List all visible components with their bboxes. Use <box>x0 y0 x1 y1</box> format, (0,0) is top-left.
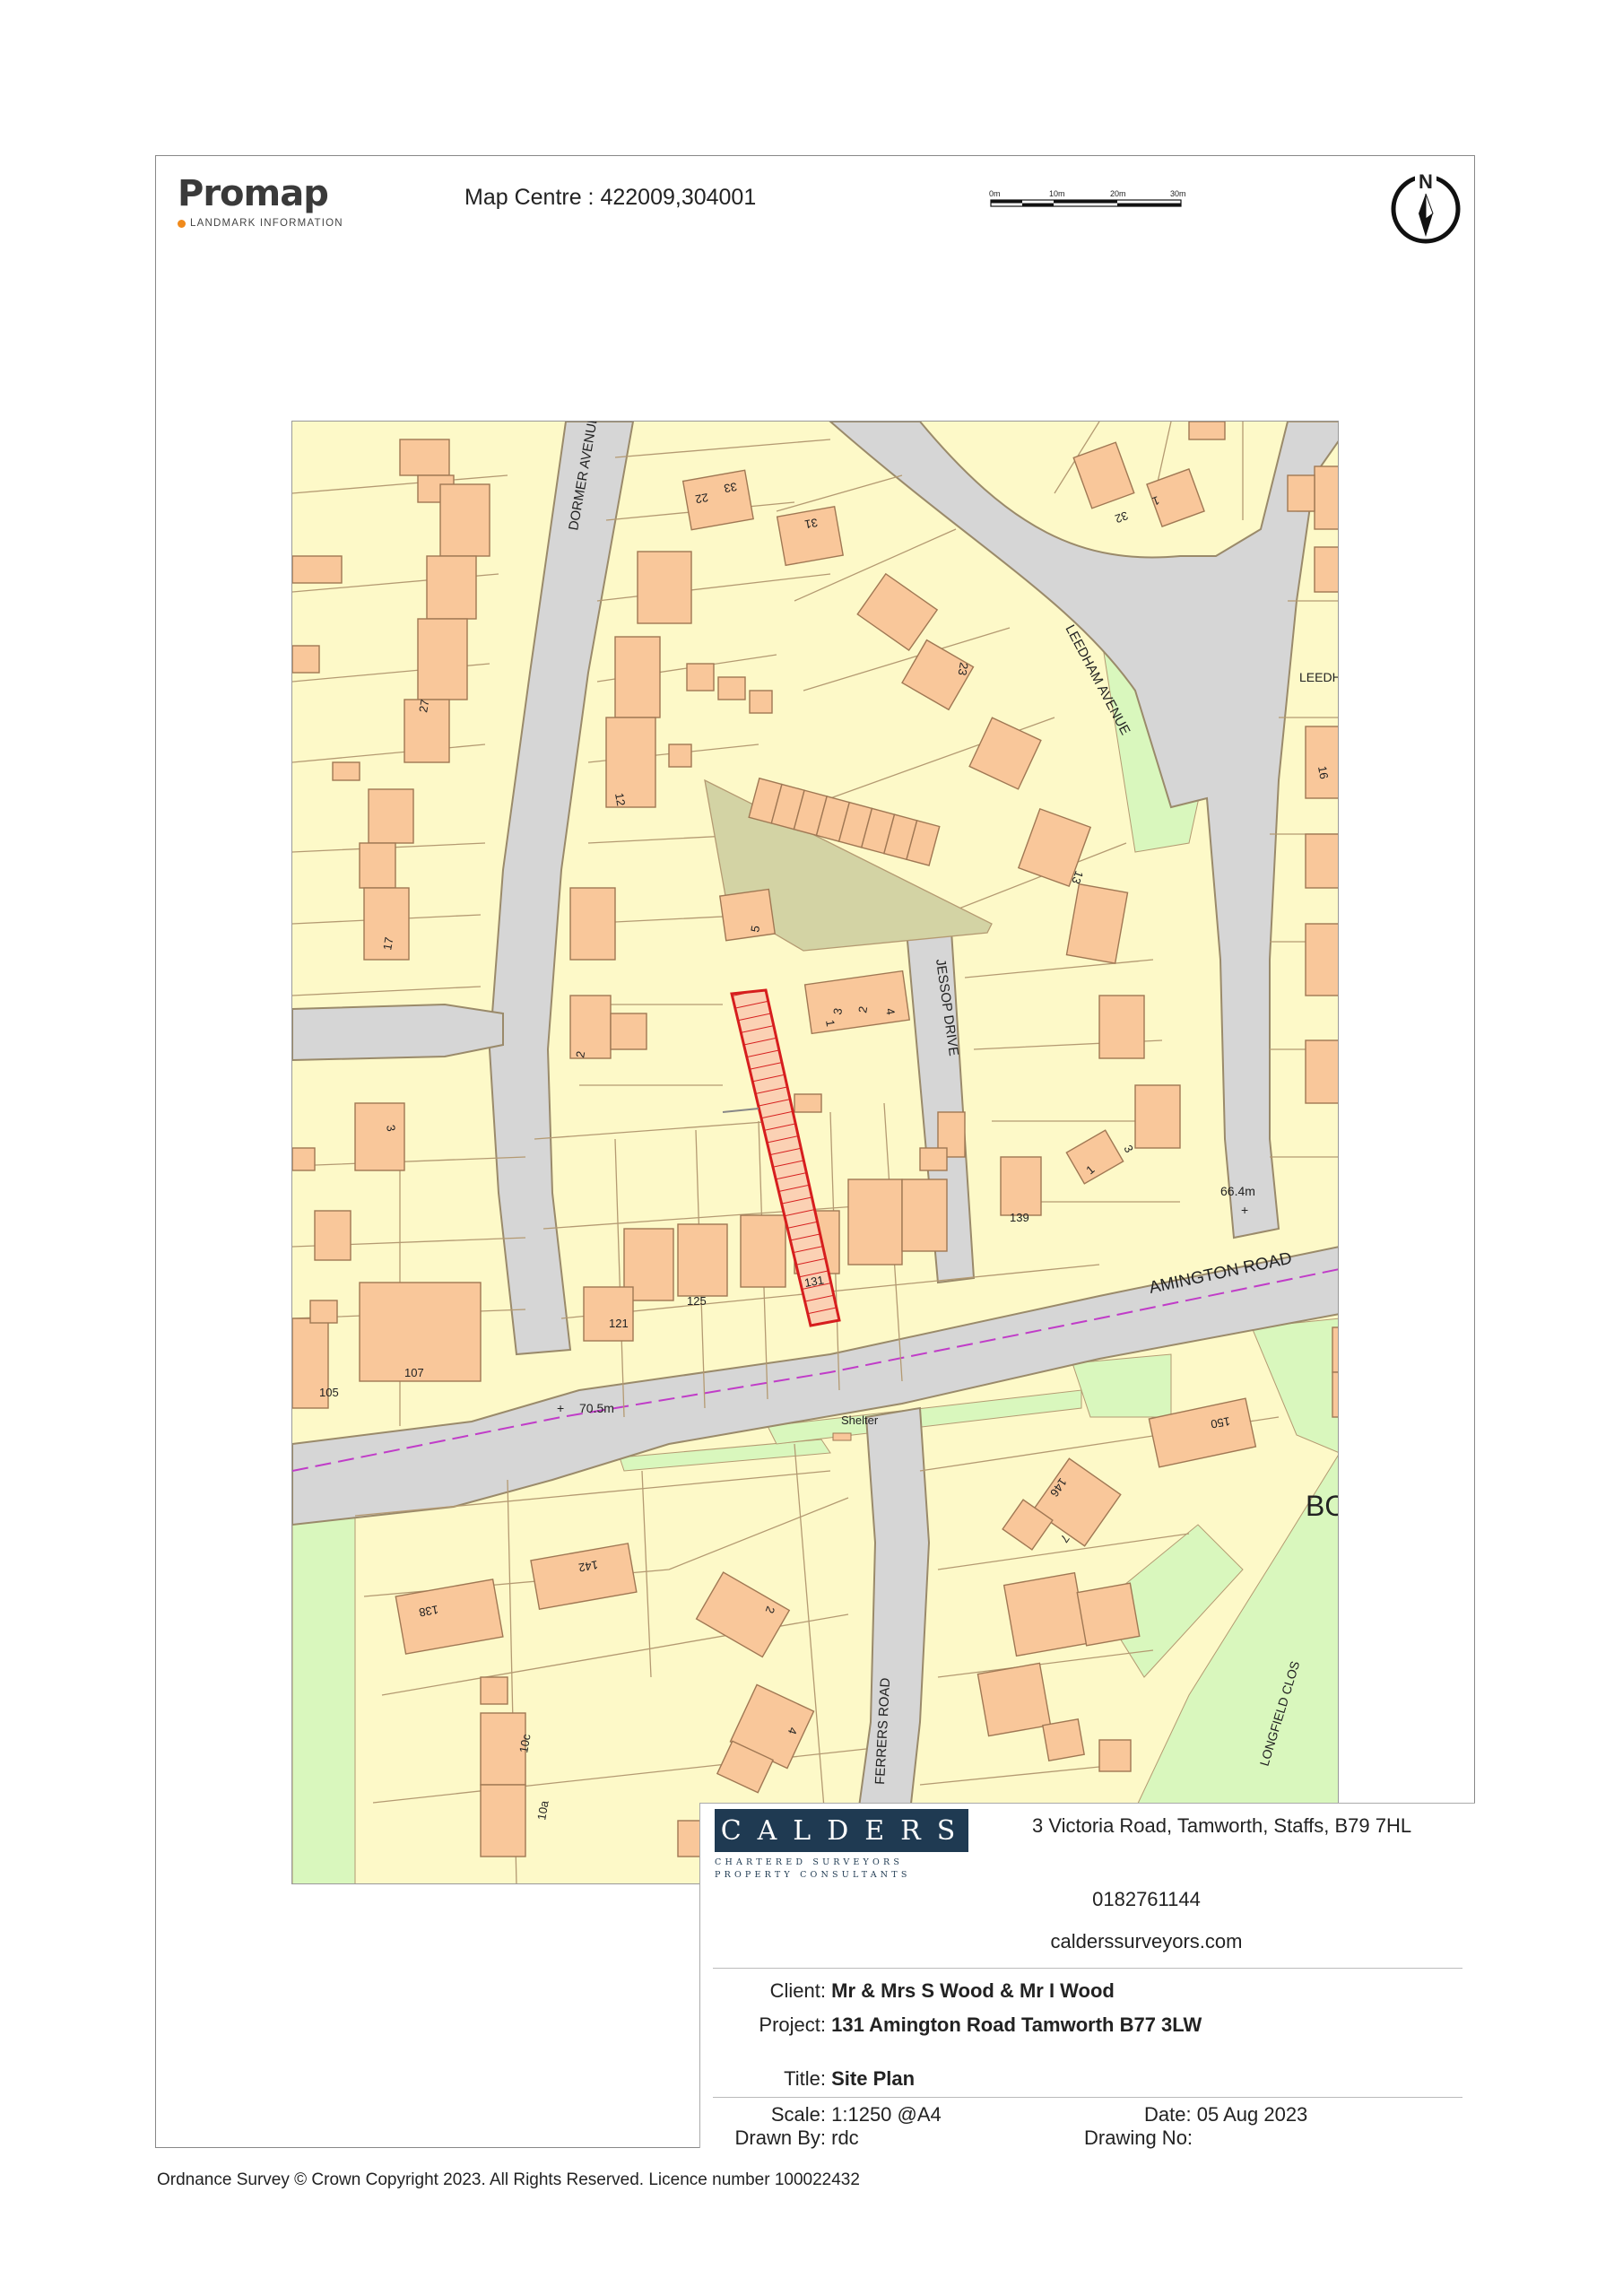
project-label: Project: <box>759 2013 826 2036</box>
feature-shelter: Shelter <box>841 1413 879 1427</box>
spot-height-66-4: 66.4m <box>1220 1184 1255 1198</box>
calders-tagline-1: CHARTERED SURVEYORS <box>715 1857 904 1867</box>
calders-logo: CALDERS CHARTERED SURVEYORS PROPERTY CON… <box>715 1809 968 1880</box>
spot-height-70-5: 70.5m <box>579 1401 614 1415</box>
logo-sub-text: LANDMARK INFORMATION <box>190 218 343 229</box>
drawn-row: Drawn By: rdc <box>700 2126 859 2150</box>
calders-wordmark: CALDERS <box>715 1809 968 1852</box>
scale-tick-10: 10m <box>1049 189 1065 198</box>
house-number-121: 121 <box>609 1317 629 1330</box>
drawing-no-row: Drawing No: <box>1084 2126 1193 2150</box>
feature-bo: BO <box>1306 1490 1339 1522</box>
logo-subtitle: LANDMARK INFORMATION <box>178 218 343 229</box>
house-number-17: 17 <box>380 936 395 952</box>
scale-row: Scale: 1:1250 @A4 <box>700 2103 942 2126</box>
project-row: Project: 131 Amington Road Tamworth B77 … <box>700 2013 1202 2037</box>
house-number-31: 31 <box>803 516 819 531</box>
title-label: Title: <box>784 2067 826 2090</box>
map-centre: Map Centre : 422009,304001 <box>464 185 757 210</box>
date-label: Date: <box>1144 2103 1192 2126</box>
scale-tick-20: 20m <box>1110 189 1126 198</box>
house-number-22: 22 <box>694 491 709 506</box>
logo-word: Promap <box>178 173 329 214</box>
drawing-no-label: Drawing No: <box>1084 2126 1193 2149</box>
north-arrow-icon: N <box>1391 170 1461 244</box>
shelter-building <box>832 1432 852 1441</box>
company-phone: 0182761144 <box>1092 1888 1201 1910</box>
company-address: 3 Victoria Road, Tamworth, Staffs, B79 7… <box>1032 1814 1412 1837</box>
scale-tick-30: 30m <box>1170 189 1186 198</box>
house-number-16: 16 <box>1315 765 1331 780</box>
title-value: Site Plan <box>831 2067 916 2090</box>
divider-bottom <box>713 2097 1462 2098</box>
title-block: CALDERS CHARTERED SURVEYORS PROPERTY CON… <box>699 1803 1476 2150</box>
calders-tagline-2: PROPERTY CONSULTANTS <box>715 1870 911 1880</box>
scale-value: 1:1250 @A4 <box>831 2103 942 2126</box>
drawn-label: Drawn By: <box>734 2126 826 2149</box>
spot-height-cross-2: + <box>557 1401 564 1415</box>
orange-dot-icon <box>178 219 186 228</box>
house-number-33: 33 <box>723 480 738 495</box>
spot-height-cross-1: + <box>1241 1203 1248 1217</box>
house-number-125: 125 <box>687 1294 707 1308</box>
date-row: Date: 05 Aug 2023 <box>1144 2103 1307 2126</box>
house-number-27: 27 <box>416 699 431 714</box>
project-value: 131 Amington Road Tamworth B77 3LW <box>831 2013 1202 2036</box>
scale-tick-0: 0m <box>989 189 1001 198</box>
promap-logo: Promap LANDMARK INFORMATION <box>178 176 343 229</box>
house-number-105: 105 <box>319 1386 339 1399</box>
house-number-107: 107 <box>404 1366 424 1379</box>
client-row: Client: Mr & Mrs S Wood & Mr I Wood <box>700 1979 1115 2003</box>
scale-bar: 0m 10m 20m 30m <box>989 189 1186 207</box>
scale-label: Scale: <box>770 2103 826 2126</box>
svg-text:N: N <box>1419 170 1433 193</box>
divider-top <box>713 1968 1462 1969</box>
company-website[interactable]: calderssurveyors.com <box>700 1930 1476 1953</box>
drawn-value: rdc <box>831 2126 859 2149</box>
house-number-139: 139 <box>1010 1211 1029 1224</box>
house-number-12: 12 <box>612 792 628 807</box>
title-row: Title: Site Plan <box>700 2067 915 2091</box>
client-value: Mr & Mrs S Wood & Mr I Wood <box>831 1979 1115 2002</box>
site-map-svg: DORMER AVENUE LEEDHAM AVENUE LEEDH JESSO… <box>292 422 1339 1883</box>
copyright-notice: Ordnance Survey © Crown Copyright 2023. … <box>157 2170 860 2189</box>
client-label: Client: <box>769 1979 826 2002</box>
site-map[interactable]: DORMER AVENUE LEEDHAM AVENUE LEEDH JESSO… <box>291 421 1339 1884</box>
house-number-23: 23 <box>956 661 971 676</box>
road-label-leedh: LEEDH <box>1299 670 1339 684</box>
date-value: 05 Aug 2023 <box>1196 2103 1308 2126</box>
